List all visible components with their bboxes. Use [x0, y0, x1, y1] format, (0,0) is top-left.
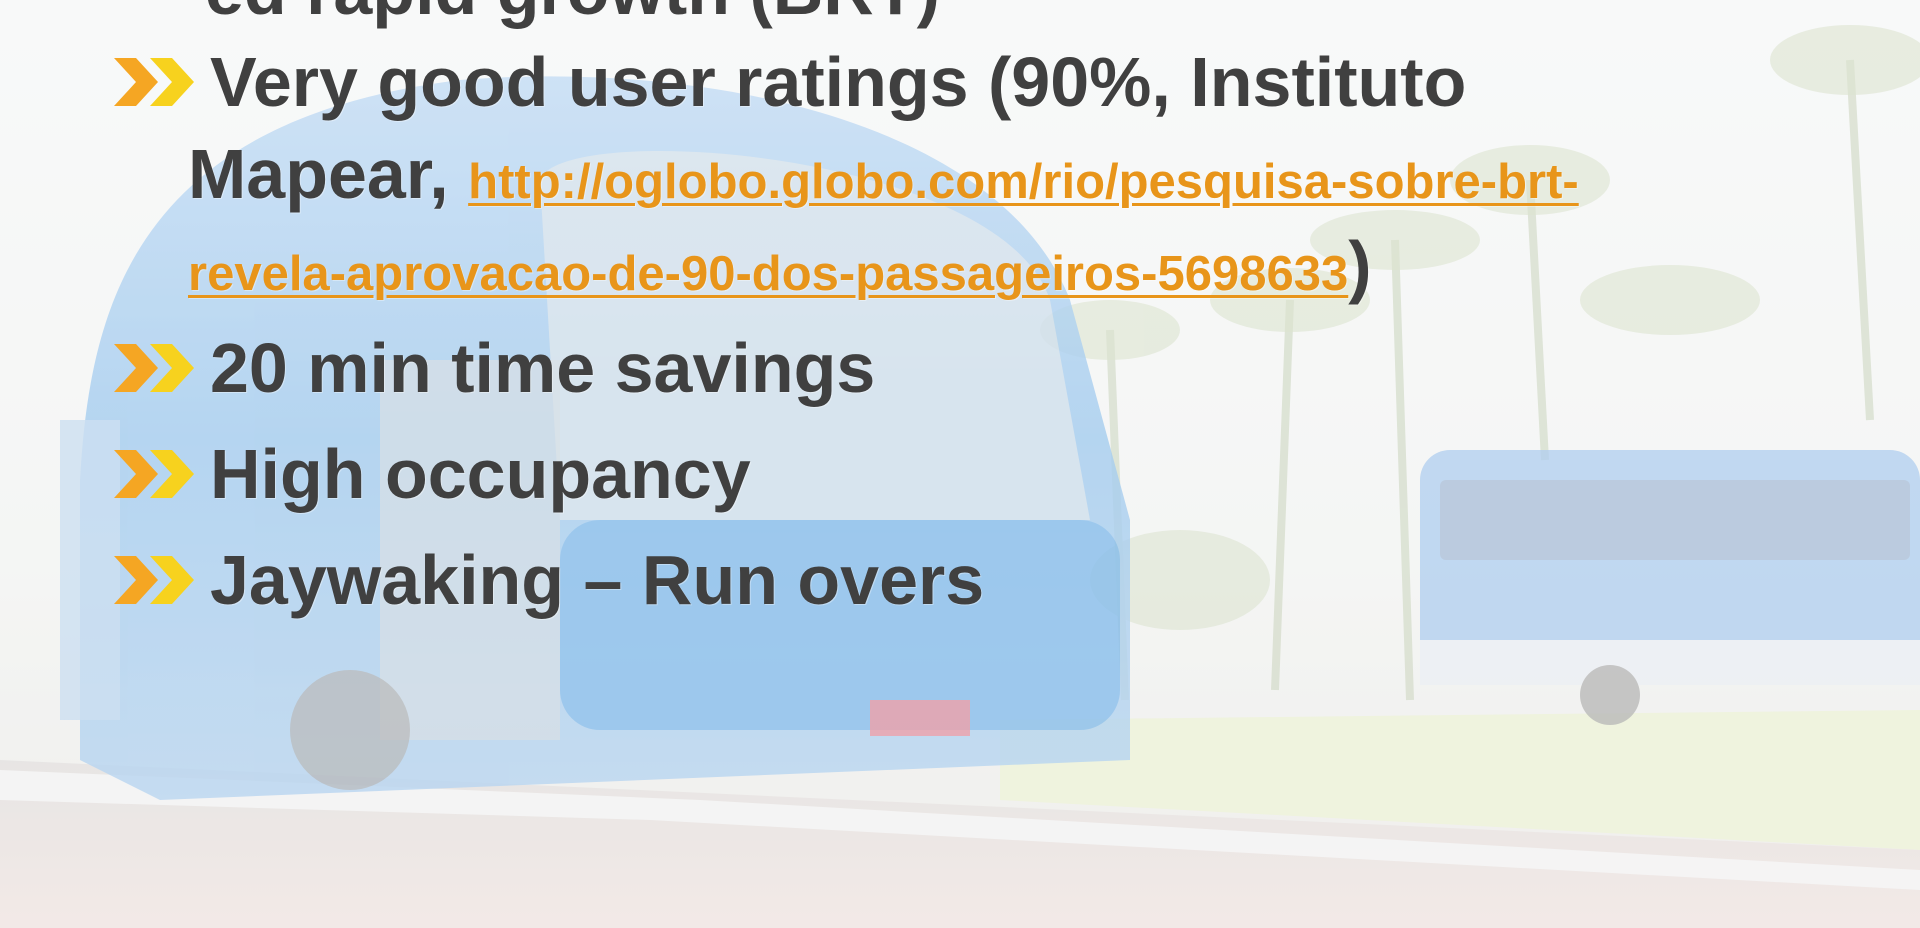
slide: ed rapid growth (BRT) Very good user rat…: [0, 0, 1920, 928]
bullet-text-line2: Mapear, http://oglobo.globo.com/rio/pesq…: [188, 128, 1579, 228]
double-chevron-icon: [112, 36, 204, 128]
bullet-text-line3: revela-aprovacao-de-90-dos-passageiros-5…: [188, 220, 1372, 320]
bullet-text: Jaywaking – Run overs: [210, 541, 985, 619]
source-link-part2[interactable]: revela-aprovacao-de-90-dos-passageiros-5…: [188, 247, 1348, 301]
slide-content: ed rapid growth (BRT) Very good user rat…: [0, 0, 1920, 928]
bullet-item-time-savings: 20 min time savings: [112, 322, 875, 414]
double-chevron-icon: [112, 322, 204, 414]
double-chevron-icon: [112, 534, 204, 626]
double-chevron-icon: [112, 428, 204, 520]
bullet-text: 20 min time savings: [210, 329, 876, 407]
partial-top-line: ed rapid growth (BRT): [205, 0, 940, 36]
source-link-part1[interactable]: http://oglobo.globo.com/rio/pesquisa-sob…: [468, 155, 1579, 209]
bullet-text-line1: Very good user ratings (90%, Instituto: [210, 43, 1467, 121]
bullet-text-mapear: Mapear,: [188, 135, 469, 213]
closing-paren: ): [1348, 227, 1372, 305]
bullet-item-high-occupancy: High occupancy: [112, 428, 751, 520]
bullet-item-jaywalking: Jaywaking – Run overs: [112, 534, 984, 626]
bullet-text: High occupancy: [210, 435, 751, 513]
